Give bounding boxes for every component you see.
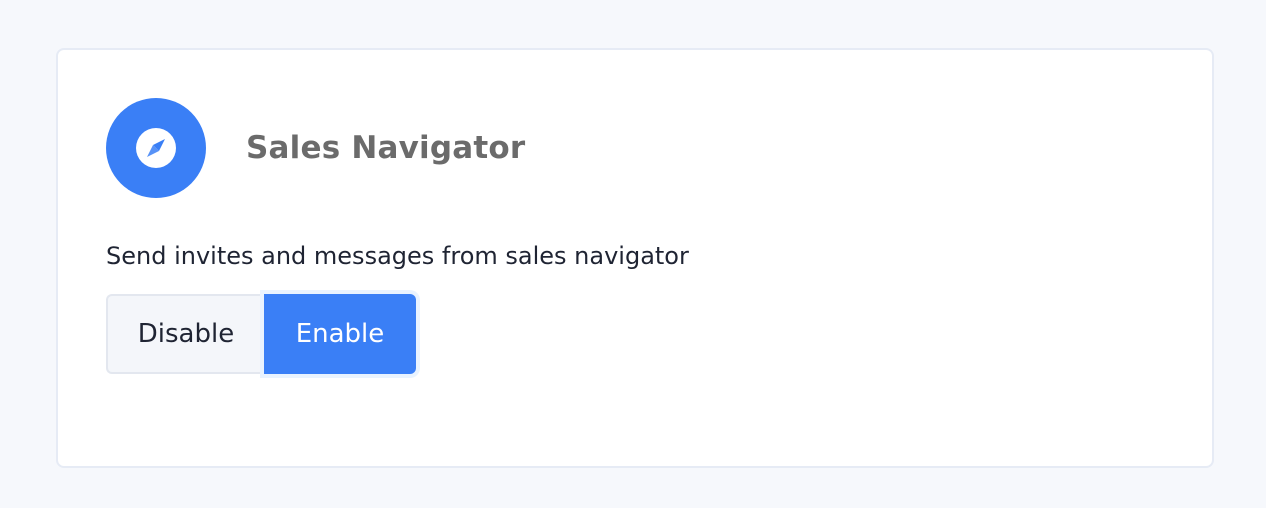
- integration-card: Sales Navigator Send invites and message…: [56, 48, 1214, 468]
- integration-title: Sales Navigator: [246, 130, 526, 166]
- disable-button[interactable]: Disable: [106, 294, 264, 374]
- enable-button[interactable]: Enable: [264, 294, 416, 374]
- enable-toggle-group: Disable Enable: [106, 294, 416, 374]
- integration-icon-badge: [106, 98, 206, 198]
- integration-header: Sales Navigator: [106, 98, 525, 198]
- integration-description: Send invites and messages from sales nav…: [106, 242, 689, 270]
- compass-icon: [136, 128, 176, 168]
